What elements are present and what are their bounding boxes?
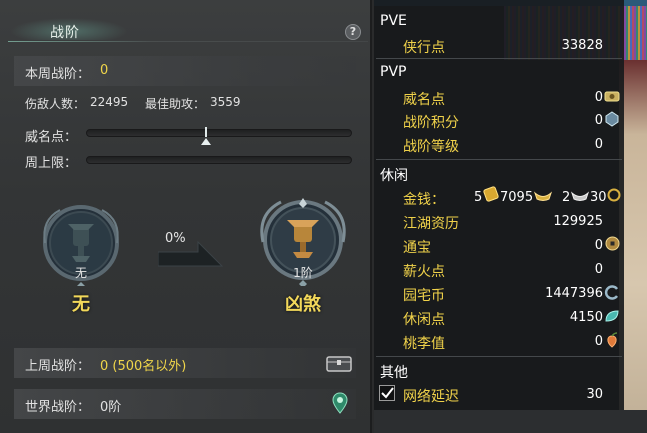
prestige-pointer-icon bbox=[201, 138, 211, 145]
tongbao-coin-icon bbox=[605, 236, 620, 251]
current-rank-name: 无 bbox=[72, 294, 90, 315]
world-rank-label: 世界战阶： bbox=[25, 400, 91, 415]
check-icon bbox=[381, 387, 394, 399]
divider bbox=[376, 159, 622, 160]
progress-arrow-icon bbox=[158, 240, 224, 267]
yuanzhai-coin-icon bbox=[604, 285, 619, 300]
title-divider bbox=[8, 41, 368, 42]
rank-panel: 战阶 ? 本周战阶： 0 伤敌人数： 22495 最佳助攻： 3559 威名点：… bbox=[0, 0, 372, 433]
xiaxing-value: 33828 bbox=[561, 38, 603, 53]
prestige-points-label: 威名点 bbox=[403, 92, 445, 108]
last-week-label: 上周战阶： bbox=[25, 359, 91, 374]
last-week-value: 0 (500名以外) bbox=[100, 359, 187, 374]
peach-icon bbox=[607, 332, 618, 348]
best-assist-value: 3559 bbox=[210, 95, 241, 109]
help-button[interactable]: ? bbox=[345, 24, 361, 40]
jianghu-value: 129925 bbox=[553, 214, 603, 229]
next-rank-level: 1阶 bbox=[293, 266, 313, 280]
taoli-label: 桃李值 bbox=[403, 336, 445, 352]
jianghu-label: 江湖资历 bbox=[403, 216, 459, 232]
prestige-icon bbox=[604, 91, 620, 102]
currency-panel: PVE 侠行点 33828 PVP 威名点 0 战阶积分 0 战阶等级 0 休闲… bbox=[374, 0, 647, 433]
weekly-cap-label: 周上限： bbox=[25, 156, 78, 171]
wounded-value: 22495 bbox=[90, 95, 129, 109]
bottom-bar bbox=[374, 410, 647, 433]
map-pin-icon[interactable] bbox=[332, 392, 348, 414]
divider bbox=[376, 58, 622, 59]
money-label: 金钱： bbox=[403, 192, 445, 208]
money-copper-b: 30 bbox=[590, 190, 607, 205]
leaf-icon bbox=[605, 310, 619, 322]
yuanzhai-value: 1447396 bbox=[545, 286, 603, 301]
latency-label: 网络延迟 bbox=[403, 389, 459, 405]
chest-icon[interactable] bbox=[326, 354, 352, 372]
weekly-cap-bar bbox=[86, 156, 352, 164]
coin-icon bbox=[607, 188, 621, 202]
rank-score-icon bbox=[605, 111, 619, 127]
prestige-points-value: 0 bbox=[594, 90, 603, 105]
money-copper-a: 2 bbox=[562, 190, 571, 205]
section-other: 其他 bbox=[380, 365, 408, 381]
next-rank-name: 凶煞 bbox=[285, 294, 321, 315]
prestige-label: 威名点： bbox=[25, 130, 78, 145]
divider bbox=[376, 356, 622, 357]
section-leisure: 休闲 bbox=[380, 168, 408, 184]
yuanzhai-label: 园宅币 bbox=[403, 288, 445, 304]
section-pve: PVE bbox=[380, 13, 407, 29]
latency-checkbox[interactable] bbox=[379, 385, 395, 401]
current-rank-level: 无 bbox=[74, 266, 87, 280]
money-silver: 7095 bbox=[500, 190, 534, 205]
tongbao-label: 通宝 bbox=[403, 240, 431, 256]
silver-ingot-icon bbox=[534, 191, 552, 201]
rank-score-label: 战阶积分 bbox=[403, 115, 459, 131]
rank-level-label: 战阶等级 bbox=[403, 139, 459, 155]
rank-score-value: 0 bbox=[594, 113, 603, 128]
tongbao-value: 0 bbox=[594, 238, 603, 253]
copper-ingot-icon bbox=[571, 191, 589, 201]
xiaxing-label: 侠行点 bbox=[403, 40, 445, 56]
wounded-label: 伤敌人数： bbox=[25, 97, 86, 111]
panel-title: 战阶 bbox=[50, 25, 80, 41]
xinhuo-value: 0 bbox=[594, 262, 603, 277]
gold-ingot-icon bbox=[483, 186, 499, 202]
world-rank-value: 0阶 bbox=[100, 400, 122, 415]
leisure-points-value: 4150 bbox=[569, 310, 603, 325]
taoli-value: 0 bbox=[594, 334, 603, 349]
weekly-rank-value: 0 bbox=[100, 63, 109, 78]
best-assist-label: 最佳助攻： bbox=[145, 97, 206, 111]
weekly-rank-label: 本周战阶： bbox=[25, 67, 91, 82]
prestige-bar bbox=[86, 129, 352, 137]
section-pvp: PVP bbox=[380, 64, 407, 80]
rank-level-value: 0 bbox=[594, 137, 603, 152]
xinhuo-label: 薪火点 bbox=[403, 264, 445, 280]
prestige-marker bbox=[205, 127, 207, 137]
leisure-points-label: 休闲点 bbox=[403, 312, 445, 328]
latency-value: 30 bbox=[586, 387, 603, 402]
